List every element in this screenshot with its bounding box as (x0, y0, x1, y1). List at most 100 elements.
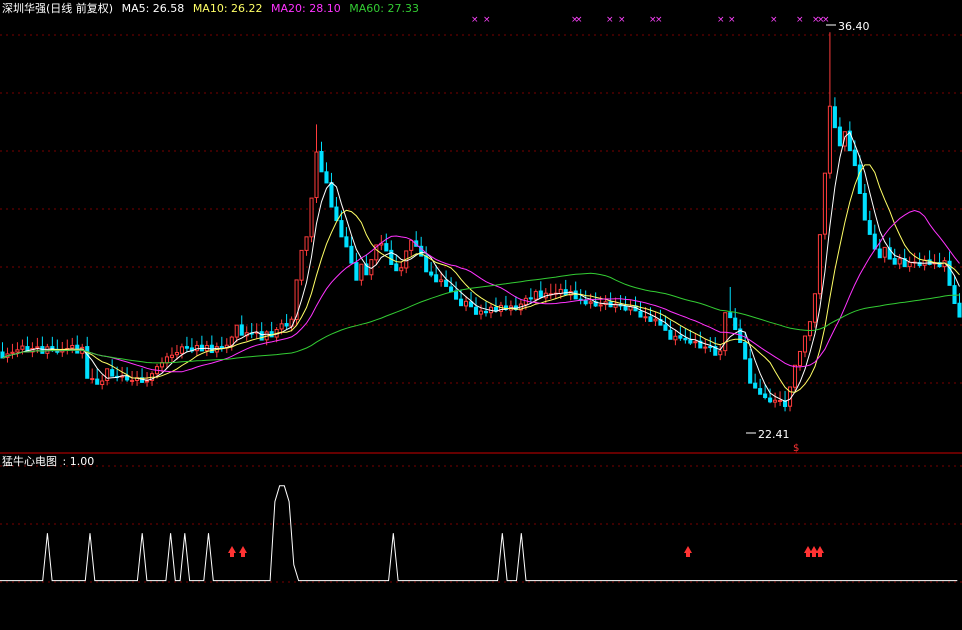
candle-down (748, 358, 753, 384)
candle-down (892, 258, 897, 265)
signal-x-marker: × (618, 15, 626, 25)
candle-down (758, 388, 763, 395)
candle-down (733, 317, 738, 331)
candle-down (872, 233, 877, 250)
candle-down (344, 236, 349, 248)
stock-chart[interactable]: × × ×× × × ×× × × × × ××× 36.40 22.41 $ (0, 0, 962, 630)
signal-x-marker: × (471, 15, 479, 25)
candle-up (773, 399, 778, 403)
buy-arrow (810, 546, 818, 557)
candle-up (787, 386, 793, 407)
candle-down (95, 378, 100, 385)
signal-x-marker: × (575, 15, 583, 25)
candle-up (533, 291, 538, 300)
buy-arrow (228, 546, 236, 557)
ma10-legend: MA10: 26.22 (192, 2, 263, 15)
candle-down (110, 369, 115, 377)
candle-down (832, 106, 837, 129)
candle-up (100, 380, 105, 386)
candle-up (498, 304, 503, 312)
candle-down (852, 149, 857, 167)
signal-x-marker: × (655, 15, 663, 25)
stock-name: 深圳华强(日线 前复权) (2, 2, 114, 15)
signal-x-marker: × (717, 15, 725, 25)
candle-up (807, 321, 813, 337)
candle-down (483, 310, 489, 314)
candle-down (663, 324, 668, 331)
candle-up (130, 379, 135, 382)
candle-up (478, 310, 484, 315)
candle-down (763, 393, 768, 399)
price-low-label: 22.41 (758, 428, 790, 441)
indicator-name: 猛牛心电图 (2, 455, 57, 468)
candle-up (827, 105, 832, 174)
candle-down (384, 243, 389, 252)
candle-down (424, 255, 429, 273)
candle-down (538, 290, 543, 298)
candle-up (822, 172, 827, 235)
candle-up (70, 344, 75, 349)
buy-arrow (804, 546, 812, 557)
ma60-legend: MA60: 27.33 (349, 2, 419, 15)
candle-down (473, 306, 479, 315)
main-panel-header: 深圳华强(日线 前复权) MA5: 26.58 MA10: 26.22 MA20… (2, 2, 424, 16)
sub-panel-header: 猛牛心电图 : 1.00 (2, 455, 99, 469)
candle-down (668, 329, 673, 340)
buy-arrow (239, 546, 247, 557)
candle-down (284, 323, 289, 327)
candle-up (897, 258, 902, 265)
candle-down (952, 285, 957, 304)
candle-up (464, 300, 469, 307)
buy-arrow (684, 546, 692, 557)
candle-up (279, 323, 284, 330)
candle-up (174, 352, 179, 356)
signal-x-marker: × (606, 15, 614, 25)
buy-arrows (228, 546, 824, 557)
candle-down (219, 346, 224, 349)
candle-down (573, 290, 578, 300)
candle-up (673, 335, 678, 341)
candle-down (434, 274, 439, 283)
buy-arrow (816, 546, 824, 557)
candle-down (429, 271, 434, 276)
candle-down (259, 331, 264, 341)
ma20-line (2, 209, 960, 373)
candle-down (334, 206, 339, 222)
candle-up (653, 318, 658, 322)
candle-up (812, 293, 818, 323)
candle-down (563, 289, 568, 296)
candle-down (239, 324, 244, 336)
candle-up (802, 335, 808, 353)
signal-x-marker: × (796, 15, 804, 25)
candle-down (583, 300, 588, 305)
candle-up (703, 346, 708, 349)
candle-down (444, 279, 449, 287)
signal-markers: × × ×× × × ×× × × × × ××× (471, 15, 830, 25)
candle-up (144, 380, 150, 383)
candle-up (35, 346, 40, 349)
candle-down (728, 312, 733, 319)
candle-down (877, 248, 882, 259)
candle-up (169, 354, 175, 358)
candle-down (40, 346, 45, 354)
candle-up (304, 236, 309, 251)
indicator-value: : 1.00 (62, 455, 95, 468)
signal-x-marker: × (728, 15, 736, 25)
candle-down (324, 171, 329, 184)
candle-down (678, 335, 683, 339)
candle-down (468, 301, 474, 308)
candle-up (817, 234, 822, 295)
candle-down (638, 310, 643, 318)
candle-up (90, 378, 95, 381)
candle-up (792, 364, 798, 388)
candle-down (867, 220, 872, 235)
ma20-legend: MA20: 28.10 (271, 2, 341, 15)
candle-down (743, 342, 748, 360)
candle-up (359, 263, 364, 281)
candle-up (693, 341, 698, 344)
candle-down (648, 316, 653, 322)
signal-x-marker: × (483, 15, 491, 25)
candle-down (862, 192, 867, 221)
candle-up (194, 344, 199, 352)
candle-down (683, 337, 688, 341)
